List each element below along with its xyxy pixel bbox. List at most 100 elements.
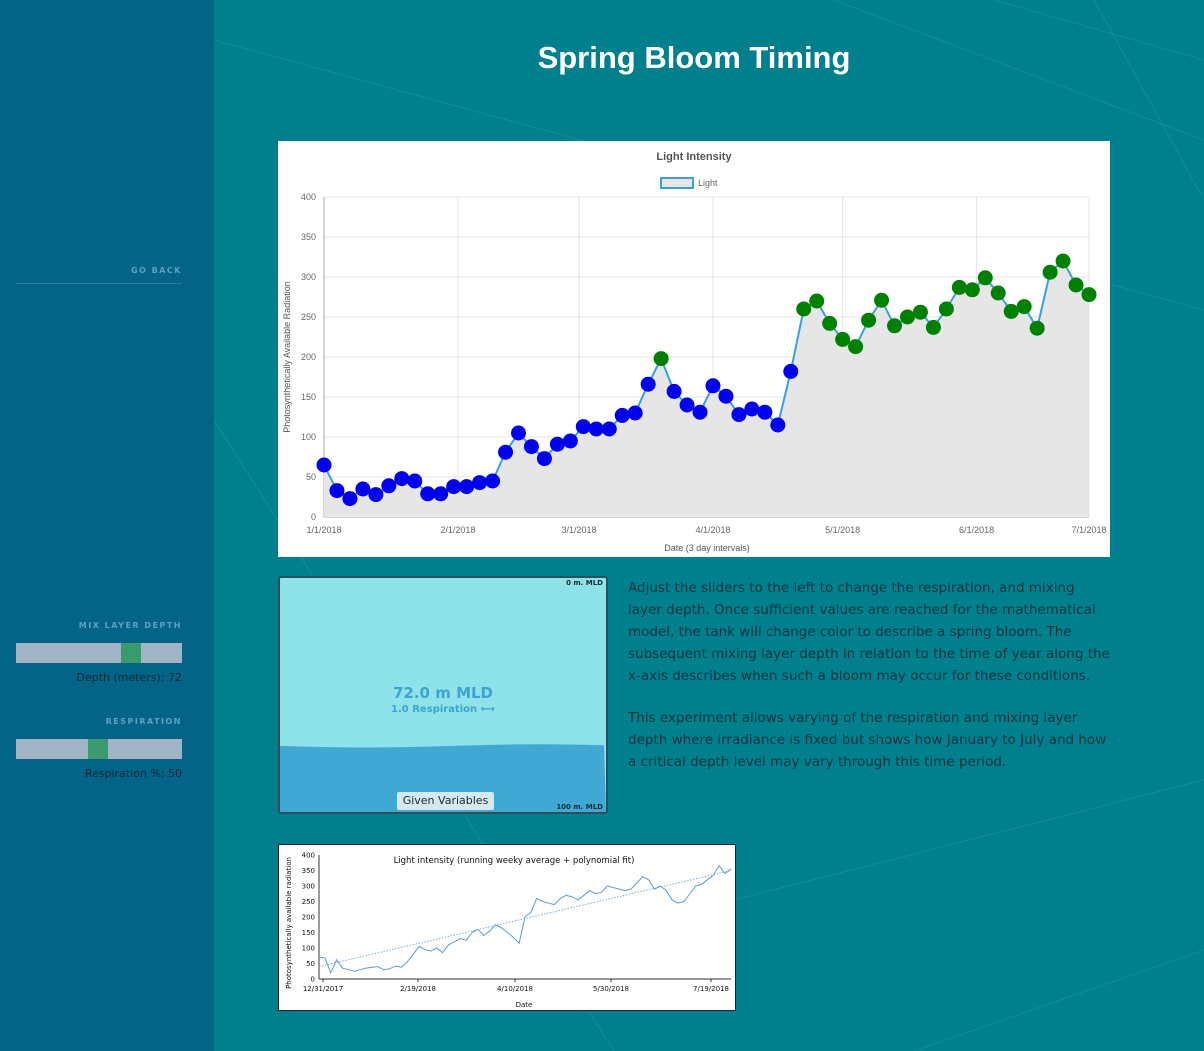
light-intensity-chart: Light Intensity Light Photosynthetically… <box>278 141 1110 557</box>
data-point[interactable] <box>368 487 384 503</box>
data-point[interactable] <box>485 473 501 489</box>
data-point-bloom[interactable] <box>990 285 1006 301</box>
data-point[interactable] <box>549 436 565 452</box>
data-point[interactable] <box>381 478 397 494</box>
data-point[interactable] <box>692 404 708 420</box>
data-point-bloom[interactable] <box>938 301 954 317</box>
data-point[interactable] <box>601 421 617 437</box>
x-tick-label: 2/1/2018 <box>440 525 475 535</box>
data-point[interactable] <box>705 378 721 394</box>
running-average-chart: Light intensity (running weeky average +… <box>278 844 736 1011</box>
data-point-bloom[interactable] <box>912 304 928 320</box>
description-paragraph-2: This experiment allows varying of the re… <box>628 710 1107 770</box>
sidebar: GO BACK MIX LAYER DEPTH Depth (meters): … <box>0 0 214 1051</box>
data-point[interactable] <box>588 421 604 437</box>
light-intensity-chart-svg: Light Intensity Light Photosynthetically… <box>282 151 1107 553</box>
y-tick-label: 50 <box>306 472 316 482</box>
data-point-bloom[interactable] <box>848 339 864 355</box>
y-axis-label: Photosynthetically Available Radiation <box>282 281 292 432</box>
data-point[interactable] <box>407 473 423 489</box>
mix-layer-depth-value: Depth (meters): 72 <box>76 671 182 684</box>
data-point[interactable] <box>614 407 630 423</box>
data-point-bloom[interactable] <box>1081 287 1097 303</box>
data-point[interactable] <box>783 363 799 379</box>
mini-x-axis-label: Date <box>516 1001 533 1009</box>
data-point[interactable] <box>627 405 643 421</box>
mix-layer-depth-thumb[interactable] <box>121 643 141 663</box>
data-point[interactable] <box>498 444 514 460</box>
x-tick-label: 3/1/2018 <box>562 525 597 535</box>
data-point[interactable] <box>433 486 449 502</box>
respiration-thumb[interactable] <box>88 739 108 759</box>
description-paragraph-1: Adjust the sliders to the left to change… <box>628 580 1110 684</box>
data-point-bloom[interactable] <box>822 315 838 331</box>
data-point-bloom[interactable] <box>964 282 980 298</box>
mini-x-tick-label: 2/19/2018 <box>400 985 436 993</box>
mini-y-tick-label: 150 <box>302 929 315 937</box>
data-point-bloom[interactable] <box>874 292 890 308</box>
x-tick-label: 6/1/2018 <box>959 525 994 535</box>
go-back-link[interactable]: GO BACK <box>16 266 182 284</box>
data-point-bloom[interactable] <box>925 319 941 335</box>
legend-swatch[interactable] <box>660 177 694 189</box>
mini-y-tick-label: 100 <box>302 945 315 953</box>
data-point[interactable] <box>562 433 578 449</box>
given-variables-button[interactable]: Given Variables <box>397 792 494 810</box>
respiration-slider[interactable] <box>16 739 182 759</box>
respiration-value: Respiration %: 50 <box>84 767 182 780</box>
data-point[interactable] <box>316 457 332 473</box>
data-point[interactable] <box>472 475 488 491</box>
mini-y-tick-label: 350 <box>302 867 315 875</box>
data-point[interactable] <box>770 417 786 433</box>
data-point-bloom[interactable] <box>653 351 669 367</box>
data-point[interactable] <box>679 397 695 413</box>
data-point[interactable] <box>420 486 436 502</box>
data-point-bloom[interactable] <box>796 301 812 317</box>
chart-title: Light Intensity <box>656 151 732 163</box>
mini-x-tick-label: 5/30/2018 <box>593 985 629 993</box>
data-point[interactable] <box>575 419 591 435</box>
data-point[interactable] <box>666 383 682 399</box>
x-axis-label: Date (3 day intervals) <box>664 543 750 553</box>
data-point[interactable] <box>459 479 475 495</box>
data-point-bloom[interactable] <box>1055 253 1071 269</box>
mini-y-tick-label: 200 <box>302 914 315 922</box>
data-point[interactable] <box>757 404 773 420</box>
data-point-bloom[interactable] <box>887 318 903 334</box>
data-point[interactable] <box>523 439 539 455</box>
data-point[interactable] <box>342 491 358 507</box>
mix-layer-depth-slider[interactable] <box>16 643 182 663</box>
running-average-chart-svg: Light intensity (running weeky average +… <box>285 852 732 1009</box>
data-point-bloom[interactable] <box>1029 320 1045 336</box>
data-point[interactable] <box>446 479 462 495</box>
data-point[interactable] <box>731 407 747 423</box>
x-tick-label: 1/1/2018 <box>306 525 341 535</box>
data-point[interactable] <box>394 471 410 487</box>
data-point-bloom[interactable] <box>809 293 825 309</box>
data-point-bloom[interactable] <box>861 312 877 328</box>
data-point-bloom[interactable] <box>977 270 993 286</box>
mini-chart-title: Light intensity (running weeky average +… <box>394 856 635 866</box>
data-point-bloom[interactable] <box>951 279 967 295</box>
data-point[interactable] <box>355 481 371 497</box>
y-tick-label: 300 <box>301 272 316 282</box>
data-point-bloom[interactable] <box>899 309 915 325</box>
data-point[interactable] <box>744 401 760 417</box>
mix-layer-depth-title: MIX LAYER DEPTH <box>78 621 182 630</box>
respiration-title: RESPIRATION <box>105 717 182 726</box>
data-point-bloom[interactable] <box>1016 299 1032 315</box>
data-point[interactable] <box>329 483 345 499</box>
data-point[interactable] <box>510 425 526 441</box>
data-point-bloom[interactable] <box>1003 303 1019 319</box>
data-point-bloom[interactable] <box>1042 264 1058 280</box>
mini-x-tick-label: 4/10/2018 <box>497 985 533 993</box>
mini-y-tick-label: 50 <box>306 960 315 968</box>
y-tick-label: 250 <box>301 312 316 322</box>
data-point[interactable] <box>718 388 734 404</box>
data-point[interactable] <box>640 376 656 392</box>
data-point-bloom[interactable] <box>835 331 851 347</box>
data-point-bloom[interactable] <box>1068 277 1084 293</box>
mini-y-tick-label: 250 <box>302 898 315 906</box>
x-tick-label: 5/1/2018 <box>825 525 860 535</box>
data-point[interactable] <box>536 451 552 467</box>
